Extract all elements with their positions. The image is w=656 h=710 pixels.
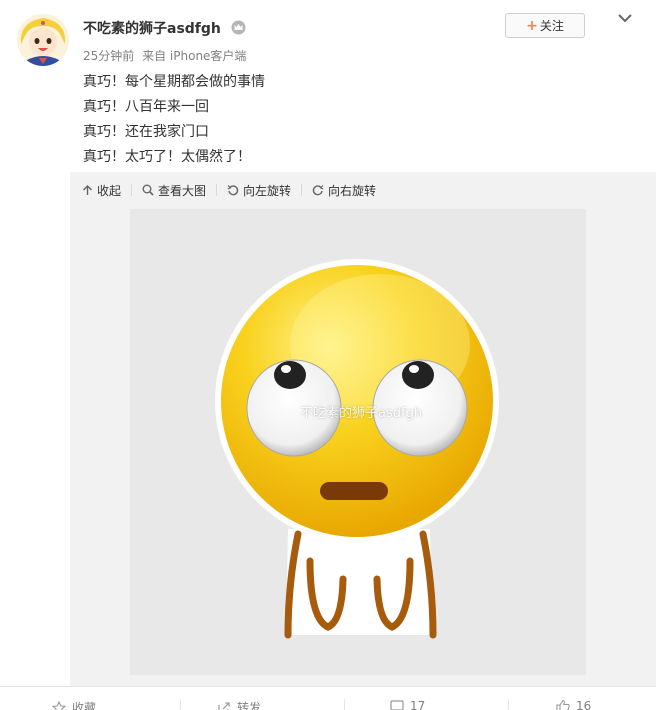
post-line: 真巧！每个星期都会做的事情 xyxy=(83,74,265,90)
rotate-right-button[interactable]: 向右旋转 xyxy=(312,182,386,199)
post-line: 真巧！八百年来一回 xyxy=(83,99,209,115)
rotate-left-label: 向左旋转 xyxy=(243,183,292,198)
magnifier-icon xyxy=(142,184,154,196)
comment-count: 17 xyxy=(410,699,426,710)
post-time[interactable]: 25分钟前 xyxy=(83,49,134,63)
action-bar: 收藏 转发 17 16 xyxy=(0,686,656,710)
favorite-button[interactable]: 收藏 xyxy=(52,699,96,710)
comment-button[interactable]: 17 xyxy=(390,699,425,710)
post-meta: 25分钟前 来自 iPhone客户端 xyxy=(83,47,250,64)
post-line: 真巧！还在我家门口 xyxy=(83,124,209,140)
repost-label: 转发 xyxy=(237,701,262,710)
comment-icon xyxy=(390,700,404,710)
favorite-label: 收藏 xyxy=(72,701,97,710)
post-source[interactable]: 来自 iPhone客户端 xyxy=(142,49,246,63)
repost-button[interactable]: 转发 xyxy=(217,699,261,710)
follow-button[interactable]: + 关注 xyxy=(505,13,585,38)
like-button[interactable]: 16 xyxy=(556,699,591,710)
toolbar-divider xyxy=(301,184,303,196)
post-text: 真巧！每个星期都会做的事情 真巧！八百年来一回 真巧！还在我家门口 真巧！太巧了… xyxy=(83,70,265,170)
rotate-left-icon xyxy=(227,185,239,196)
media-box: 收起 查看大图 向左旋转 向右旋转 不吃素的狮子asdfgh xyxy=(70,172,656,686)
crown-badge-icon xyxy=(231,20,246,35)
view-large-button[interactable]: 查看大图 xyxy=(142,182,216,199)
like-count: 16 xyxy=(576,699,592,710)
plus-icon: + xyxy=(526,17,538,34)
image-watermark: 不吃素的狮子asdfgh xyxy=(300,406,423,421)
action-divider xyxy=(508,699,509,710)
avatar-anime-girl-icon xyxy=(17,14,69,66)
collapse-label: 收起 xyxy=(97,183,122,198)
repost-icon xyxy=(218,701,230,710)
rotate-right-label: 向右旋转 xyxy=(328,183,377,198)
collapse-button[interactable]: 收起 xyxy=(82,182,131,199)
rotate-right-icon xyxy=(312,185,324,196)
view-large-label: 查看大图 xyxy=(158,183,207,198)
follow-label: 关注 xyxy=(539,19,564,33)
post-line: 真巧！太巧了！太偶然了！ xyxy=(83,149,251,165)
post-header: 不吃素的狮子asdfgh 25分钟前 来自 iPhone客户端 + 关注 真巧！… xyxy=(0,0,656,172)
thumbs-up-icon xyxy=(556,699,570,710)
collapse-arrow-icon xyxy=(83,184,92,195)
toolbar-divider xyxy=(131,184,133,196)
toolbar-divider xyxy=(216,184,218,196)
avatar[interactable] xyxy=(17,14,69,66)
action-divider xyxy=(180,699,181,710)
image-toolbar: 收起 查看大图 向左旋转 向右旋转 xyxy=(82,180,386,200)
star-icon xyxy=(52,700,66,710)
chevron-down-icon[interactable] xyxy=(617,12,633,24)
eye-roll-emoji-image xyxy=(130,209,586,675)
action-divider xyxy=(344,699,345,710)
post-image[interactable]: 不吃素的狮子asdfgh xyxy=(130,209,586,675)
rotate-left-button[interactable]: 向左旋转 xyxy=(227,182,301,199)
username[interactable]: 不吃素的狮子asdfgh xyxy=(83,18,221,38)
